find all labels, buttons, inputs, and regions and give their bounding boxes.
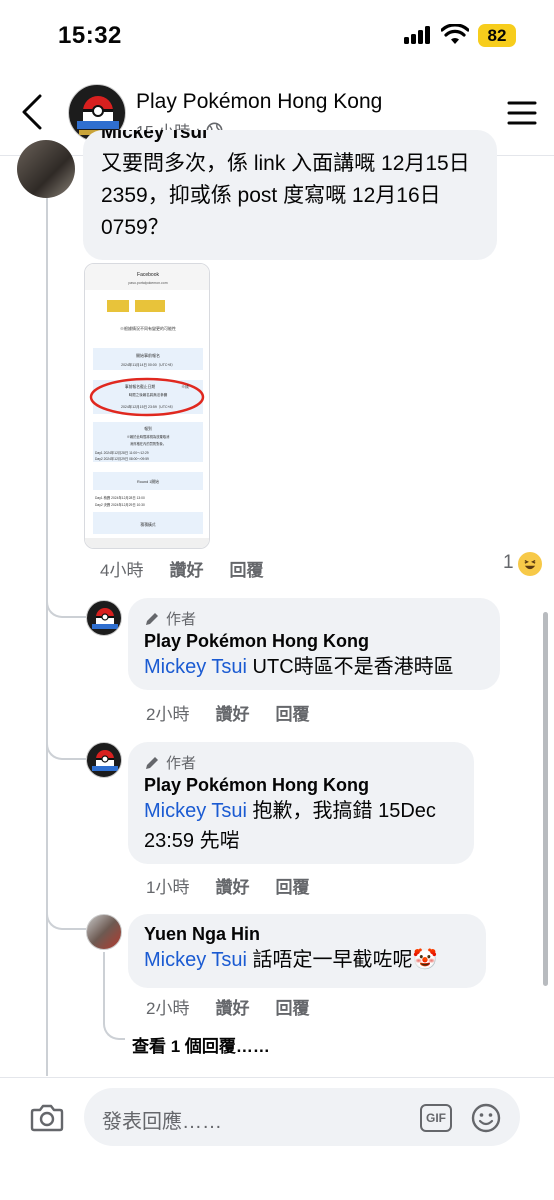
reply-time: 2小時	[146, 705, 190, 724]
signal-icon	[404, 26, 430, 44]
reply-author[interactable]: Yuen Nga Hin	[144, 924, 470, 945]
status-time: 15:32	[58, 22, 122, 49]
commenter-avatar[interactable]	[17, 140, 75, 198]
mention-link[interactable]: Mickey Tsui	[144, 800, 247, 822]
reply-text: Mickey Tsui UTC時區不是香港時區	[144, 652, 484, 682]
pokeball-logo-icon	[92, 750, 118, 771]
status-bar: 15:32 82	[0, 0, 554, 74]
mention-link[interactable]: Mickey Tsui	[144, 949, 247, 971]
reaction-count[interactable]: 1	[503, 552, 514, 574]
like-button[interactable]: 讚好	[169, 556, 203, 581]
reply-bubble: 作者 Play Pokémon Hong Kong Mickey Tsui UT…	[128, 598, 500, 690]
mention-link[interactable]: Mickey Tsui	[144, 656, 247, 678]
reply-actions: 1小時 讚好 回覆	[146, 873, 309, 898]
comment-image[interactable]: Facebook paso.portalpokemon.com ※根據情況不同有…	[84, 263, 210, 549]
camera-icon[interactable]	[30, 1102, 64, 1132]
reply-body: 話唔定一早截咗呢🤡	[247, 949, 438, 971]
shot-line: 時限之後報名將無法參賽	[129, 392, 168, 397]
comment-input[interactable]: 發表回應…… GIF	[84, 1088, 520, 1146]
shot-line: 積積橫式	[140, 522, 155, 527]
thread-connector	[46, 900, 86, 930]
like-button[interactable]: 讚好	[215, 873, 249, 898]
author-badge: 作者	[144, 752, 458, 773]
comment-actions: 4小時 讚好 回覆	[100, 556, 263, 581]
screenshot-image: Facebook paso.portalpokemon.com ※根據情況不同有…	[85, 264, 209, 548]
shot-line: Day2 2024年12月29日 08:00～09:59	[95, 456, 149, 461]
shot-line: ※報於此時間將視為放棄取消	[127, 434, 171, 439]
shot-line: 2024年11月14日 00:00（UTC+8）	[121, 362, 175, 367]
reply-text: Mickey Tsui 抱歉，我搞錯 15Dec 23:59 先啱	[144, 796, 458, 856]
thread-connector	[46, 730, 86, 760]
thread-connector	[103, 1010, 125, 1040]
more-icon[interactable]	[506, 98, 538, 128]
comment-author[interactable]: Mickey Tsui	[101, 130, 481, 142]
reply-button[interactable]: 回覆	[275, 873, 309, 898]
reply-author[interactable]: Play Pokémon Hong Kong	[144, 775, 458, 796]
battery-indicator: 82	[478, 24, 516, 47]
like-button[interactable]: 讚好	[215, 994, 249, 1019]
shot-line: Day1 積賽 2024年12月28日 13:00	[95, 495, 145, 500]
reply-bubble: 作者 Play Pokémon Hong Kong Mickey Tsui 抱歉…	[128, 742, 474, 864]
comment-text: 又要問多次，係 link 入面講嘅 12月15日 2359，抑或係 post 度…	[101, 152, 470, 239]
emoji-icon[interactable]	[470, 1102, 502, 1134]
page-name[interactable]: Play Pokémon Hong Kong	[136, 90, 382, 114]
shot-line: paso.portalpokemon.com	[128, 281, 167, 285]
thread-line	[103, 952, 105, 1014]
shot-line: Round 1開始	[137, 479, 159, 484]
shot-line: 事前報名截止日期	[125, 384, 156, 389]
back-arrow-icon[interactable]	[18, 92, 48, 132]
wifi-icon	[441, 24, 469, 44]
shot-line: ※根據情況不同有變更的可能性	[120, 325, 176, 331]
reply-button[interactable]: 回覆	[229, 556, 263, 581]
author-badge-label: 作者	[166, 611, 197, 628]
thread-connector	[46, 588, 86, 618]
reply-button[interactable]: 回覆	[275, 994, 309, 1019]
pen-icon	[146, 756, 158, 769]
author-badge-label: 作者	[166, 755, 197, 772]
shot-line: 報到	[144, 426, 152, 431]
reply-actions: 2小時 讚好 回覆	[146, 994, 309, 1019]
reply-author[interactable]: Play Pokémon Hong Kong	[144, 631, 484, 652]
like-button[interactable]: 讚好	[215, 700, 249, 725]
view-more-replies-link[interactable]: 查看 1 個回覆……	[132, 1032, 270, 1057]
shot-line: 2024年12月15日 23:59（UTC+8）	[121, 404, 175, 409]
haha-reaction-icon[interactable]	[516, 550, 544, 578]
shot-line: 開始事前報名	[136, 352, 160, 358]
reply-text: Mickey Tsui 話唔定一早截咗呢🤡	[144, 945, 470, 975]
scrollbar[interactable]	[543, 612, 548, 986]
reply-actions: 2小時 讚好 回覆	[146, 700, 309, 725]
comment-time: 4小時	[100, 561, 144, 580]
reply-bubble: Yuen Nga Hin Mickey Tsui 話唔定一早截咗呢🤡	[128, 914, 486, 988]
thread-line	[46, 196, 48, 1076]
page-avatar[interactable]	[86, 742, 122, 778]
shot-line: Day1 2024年12月28日 11:00～12:29	[95, 450, 149, 455]
comment-bubble: Mickey Tsui 又要問多次，係 link 入面講嘅 12月15日 235…	[83, 130, 497, 260]
gif-icon[interactable]: GIF	[420, 1104, 452, 1132]
shot-line: 消資格在內的罰則對象。	[130, 441, 166, 446]
reply-body: UTC時區不是香港時區	[247, 656, 454, 678]
reply-time: 1小時	[146, 878, 190, 897]
user-avatar[interactable]	[86, 914, 122, 950]
shot-line: Day2 決賽 2024年12月29日 10:30	[95, 502, 145, 507]
comment-composer: 發表回應…… GIF	[0, 1077, 554, 1200]
reply-time: 2小時	[146, 999, 190, 1018]
pen-icon	[146, 612, 158, 625]
comment-placeholder: 發表回應……	[102, 1111, 222, 1133]
reply-button[interactable]: 回覆	[275, 700, 309, 725]
page-avatar[interactable]	[86, 600, 122, 636]
author-badge: 作者	[144, 608, 484, 629]
shot-line: ※成	[181, 384, 189, 389]
pokeball-logo-icon	[92, 608, 118, 629]
shot-line: Facebook	[137, 272, 159, 278]
